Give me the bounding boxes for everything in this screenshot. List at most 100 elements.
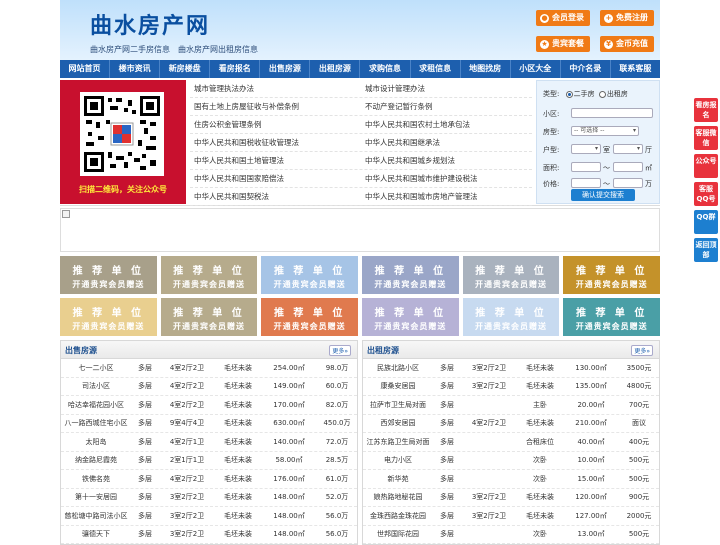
community-name[interactable]: 铁佛名苑 (61, 474, 131, 484)
banner-image[interactable] (60, 208, 660, 252)
community-name[interactable]: 慈松塘中路司法小区 (61, 511, 131, 521)
recommend-ad-slot[interactable]: 推 荐 单 位开通贵宾会员赠送 (261, 256, 359, 294)
recommend-ad-slot[interactable]: 推 荐 单 位开通贵宾会员赠送 (60, 256, 157, 294)
price-min-input[interactable] (571, 178, 601, 188)
table-row[interactable]: 慈松塘中路司法小区 多层 3室2厅2卫 毛坯未装 148.00㎡ 56.0万 (61, 507, 357, 526)
table-row[interactable]: 纳金路尼霞苑 多层 2室1厅1卫 毛坯未装 58.00㎡ 28.5万 (61, 452, 357, 470)
table-row[interactable]: 民族北路小区 多层 3室2厅2卫 毛坯未装 130.00㎡ 3500元 (363, 359, 659, 378)
law-link[interactable]: 不动产登记暂行条例 (361, 98, 532, 115)
sidebar-item[interactable]: 客服微信 (694, 126, 718, 150)
law-link[interactable]: 中华人民共和国继承法 (361, 134, 532, 151)
law-link[interactable]: 中华人民共和国契税法 (190, 188, 361, 205)
law-link[interactable]: 中华人民共和国城乡规划法 (361, 152, 532, 169)
community-name[interactable]: 电力小区 (363, 455, 433, 465)
community-name[interactable]: 骧德天下 (61, 529, 131, 539)
community-name[interactable]: 第十一安居园 (61, 492, 131, 502)
sidebar-item[interactable]: 看房报名 (694, 98, 718, 122)
table-row[interactable]: 新华苑 多层 次卧 15.00㎡ 500元 (363, 470, 659, 489)
nav-home[interactable]: 网站首页 (60, 60, 111, 78)
nav-viewing-signup[interactable]: 看房报名 (210, 60, 261, 78)
coin-recharge-button[interactable]: ¥ 金币充值 (600, 36, 654, 52)
table-row[interactable]: 娘热路地秘花园 多层 3室2厅2卫 毛坯未装 120.00㎡ 900元 (363, 489, 659, 507)
recommend-ad-slot[interactable]: 推 荐 单 位开通贵宾会员赠送 (261, 298, 359, 336)
community-name[interactable]: 拉萨市卫生局对面 (363, 400, 433, 410)
table-row[interactable]: 司法小区 多层 4室2厅2卫 毛坯未装 149.00㎡ 60.0万 (61, 378, 357, 396)
type-radio-sale[interactable]: 二手房 (565, 90, 595, 98)
site-logo[interactable]: 曲水房产网 (90, 8, 210, 40)
community-name[interactable]: 太阳岛 (61, 437, 131, 447)
table-row[interactable]: 康桑安居园 多层 3室2厅2卫 毛坯未装 135.00㎡ 4800元 (363, 378, 659, 396)
community-name[interactable]: 世邦国际花园 (363, 529, 433, 539)
table-row[interactable]: 金珠西路金珠花园 多层 3室2厅2卫 毛坯未装 127.00㎡ 2000元 (363, 507, 659, 526)
recommend-ad-slot[interactable]: 推 荐 单 位开通贵宾会员赠送 (462, 298, 560, 336)
recommend-ad-slot[interactable]: 推 荐 单 位开通贵宾会员赠送 (563, 256, 661, 294)
table-row[interactable]: 拉萨市卫生局对面 多层 主卧 20.00㎡ 700元 (363, 396, 659, 415)
register-button[interactable]: + 免费注册 (600, 10, 654, 26)
more-link[interactable]: 更多» (329, 345, 351, 356)
recommend-ad-slot[interactable]: 推 荐 单 位开通贵宾会员赠送 (362, 298, 459, 336)
community-name[interactable]: 司法小区 (61, 381, 131, 391)
nav-wanted-rent[interactable]: 求租信息 (411, 60, 461, 78)
table-row[interactable]: 八一路西城住宅小区 多层 9室4厅4卫 毛坯未装 630.00㎡ 450.0万 (61, 415, 357, 433)
sidebar-item[interactable]: QQ群 (694, 210, 718, 234)
hall-select[interactable]: ▾ (613, 144, 643, 154)
recommend-ad-slot[interactable]: 推 荐 单 位开通贵宾会员赠送 (160, 256, 258, 294)
type-radio-rent[interactable]: 出租房 (598, 90, 628, 98)
table-row[interactable]: 七一二小区 多层 4室2厅2卫 毛坯未装 254.00㎡ 98.0万 (61, 359, 357, 378)
community-name[interactable]: 八一路西城住宅小区 (61, 418, 131, 428)
search-submit-button[interactable]: 确认提交搜索 (571, 189, 635, 201)
nav-communities[interactable]: 小区大全 (511, 60, 561, 78)
vip-package-button[interactable]: ★ 贵宾套餐 (536, 36, 590, 52)
table-row[interactable]: 第十一安居园 多层 3室2厅2卫 毛坯未装 148.00㎡ 52.0万 (61, 489, 357, 507)
recommend-ad-slot[interactable]: 推 荐 单 位开通贵宾会员赠送 (462, 256, 560, 294)
community-name[interactable]: 七一二小区 (61, 363, 131, 373)
law-link[interactable]: 国有土地上房屋征收与补偿条例 (190, 98, 361, 115)
nav-new-homes[interactable]: 新房楼盘 (160, 60, 211, 78)
more-link[interactable]: 更多» (631, 345, 653, 356)
law-link[interactable]: 城市设计管理办法 (361, 80, 532, 97)
table-row[interactable]: 西郊安居园 多层 4室2厅2卫 毛坯未装 210.00㎡ 面议 (363, 415, 659, 433)
recommend-ad-slot[interactable]: 推 荐 单 位开通贵宾会员赠送 (362, 256, 459, 294)
table-row[interactable]: 电力小区 多层 次卧 10.00㎡ 500元 (363, 452, 659, 470)
community-name[interactable]: 纳金路尼霞苑 (61, 455, 131, 465)
community-name[interactable]: 哈达幸福花园小区 (61, 400, 131, 410)
law-link[interactable]: 中华人民共和国税收征收管理法 (190, 134, 361, 151)
login-button[interactable]: ● 会员登录 (536, 10, 590, 26)
law-link[interactable]: 中华人民共和国土地管理法 (190, 152, 361, 169)
table-row[interactable]: 骧德天下 多层 3室2厅2卫 毛坯未装 148.00㎡ 56.0万 (61, 526, 357, 544)
recommend-ad-slot[interactable]: 推 荐 单 位开通贵宾会员赠送 (563, 298, 661, 336)
nav-for-rent[interactable]: 出租房源 (310, 60, 361, 78)
law-link[interactable]: 住房公积金管理条例 (190, 116, 361, 133)
law-link[interactable]: 城市管理执法办法 (190, 80, 361, 97)
community-name[interactable]: 金珠西路金珠花园 (363, 511, 433, 521)
community-name[interactable]: 江苏东路卫生局对面 (363, 437, 433, 447)
sidebar-item[interactable]: 客服QQ号 (694, 182, 718, 206)
law-link[interactable]: 中华人民共和国国家赔偿法 (190, 170, 361, 187)
nav-wanted-buy[interactable]: 求购信息 (360, 60, 411, 78)
area-min-input[interactable] (571, 162, 601, 172)
community-input[interactable] (571, 108, 653, 118)
price-max-input[interactable] (613, 178, 643, 188)
nav-for-sale[interactable]: 出售房源 (260, 60, 311, 78)
table-row[interactable]: 世邦国际花园 多层 次卧 13.00㎡ 500元 (363, 526, 659, 544)
community-name[interactable]: 娘热路地秘花园 (363, 492, 433, 502)
law-link[interactable]: 中华人民共和国城市维护建设税法 (361, 170, 532, 187)
table-row[interactable]: 哈达幸福花园小区 多层 4室2厅2卫 毛坯未装 170.00㎡ 82.0万 (61, 396, 357, 415)
sidebar-item[interactable]: 公众号 (694, 154, 718, 178)
community-name[interactable]: 民族北路小区 (363, 363, 433, 373)
community-name[interactable]: 新华苑 (363, 474, 433, 484)
table-row[interactable]: 太阳岛 多层 4室2厅1卫 毛坯未装 140.00㎡ 72.0万 (61, 433, 357, 452)
table-row[interactable]: 铁佛名苑 多层 4室2厅2卫 毛坯未装 176.00㎡ 61.0万 (61, 470, 357, 489)
recommend-ad-slot[interactable]: 推 荐 单 位开通贵宾会员赠送 (160, 298, 258, 336)
house-type-select[interactable]: -- 可选择 -- ▾ (571, 126, 639, 136)
community-name[interactable]: 西郊安居园 (363, 418, 433, 428)
nav-map-search[interactable]: 地图找房 (461, 60, 511, 78)
table-row[interactable]: 江苏东路卫生局对面 多层 合租床位 40.00㎡ 400元 (363, 433, 659, 452)
room-select[interactable]: ▾ (571, 144, 601, 154)
sidebar-item[interactable]: 返回顶部 (694, 238, 718, 262)
law-link[interactable]: 中华人民共和国城市房地产管理法 (361, 188, 532, 205)
area-max-input[interactable] (613, 162, 643, 172)
nav-news[interactable]: 楼市资讯 (110, 60, 161, 78)
community-name[interactable]: 康桑安居园 (363, 381, 433, 391)
nav-contact[interactable]: 联系客服 (611, 60, 660, 78)
